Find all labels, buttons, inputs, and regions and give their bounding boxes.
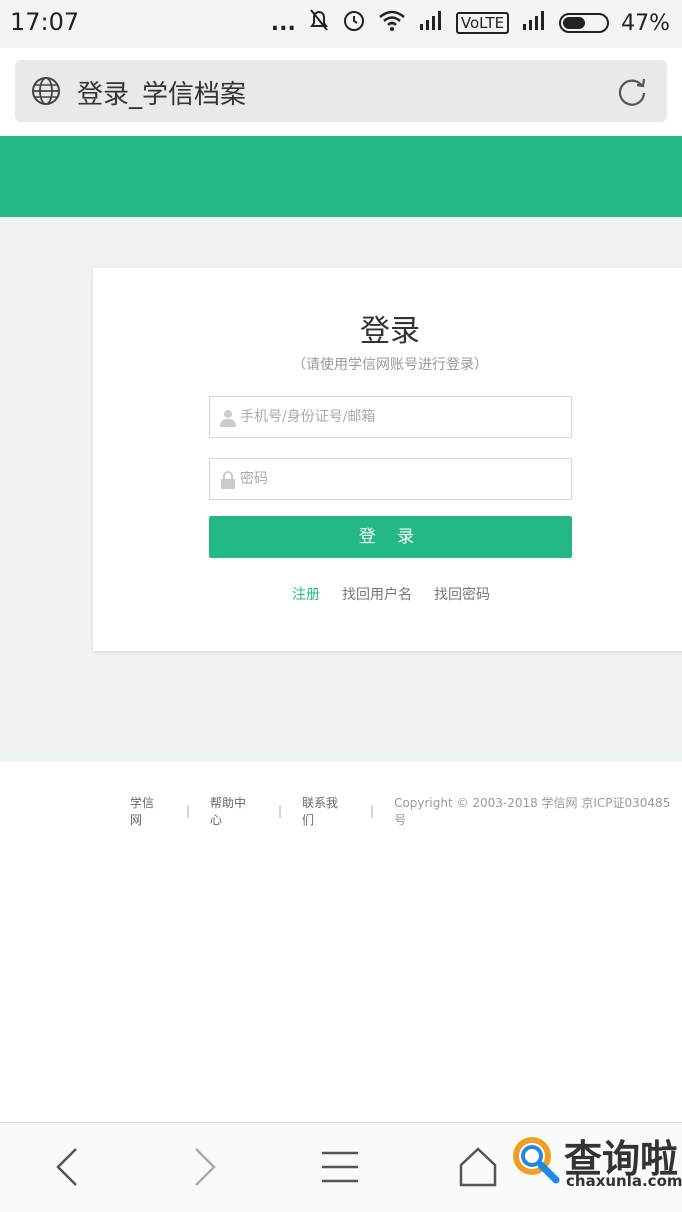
site-footer: 学信网 | 帮助中心 | 联系我们 | Copyright © 2003-201…: [130, 794, 682, 828]
login-card: 登录 （请使用学信网账号进行登录） 登 录 注册 找回用户名 找回密码: [93, 268, 682, 651]
wifi-icon: [378, 9, 406, 37]
login-links: 注册 找回用户名 找回密码: [292, 584, 490, 604]
menu-icon[interactable]: [320, 1145, 360, 1193]
reload-icon[interactable]: [615, 74, 649, 112]
footer-copyright: Copyright © 2003-2018 学信网 京ICP证030485号: [394, 796, 671, 827]
password-input[interactable]: [240, 459, 560, 499]
signal-icon-2: [521, 10, 547, 36]
username-field[interactable]: [209, 396, 572, 438]
volte-badge: VoLTE: [455, 12, 510, 34]
home-icon[interactable]: [458, 1145, 498, 1193]
back-icon[interactable]: [50, 1145, 84, 1193]
login-button[interactable]: 登 录: [209, 516, 572, 558]
battery-percent: 47%: [621, 10, 670, 36]
battery-fill: [563, 17, 585, 29]
footer-separator: |: [370, 804, 375, 818]
page-title: 登录_学信档案: [77, 80, 247, 110]
find-password-link[interactable]: 找回密码: [434, 584, 490, 604]
alarm-icon: [342, 8, 366, 38]
bell-muted-icon: [308, 8, 330, 38]
username-input[interactable]: [240, 397, 560, 437]
more-dots-icon: ...: [270, 10, 296, 36]
status-bar: 17:07 ... VoLTE 47%: [0, 0, 682, 48]
footer-separator: |: [185, 804, 191, 818]
footer-link-contact[interactable]: 联系我们: [302, 794, 350, 828]
address-bar[interactable]: 登录_学信档案: [15, 60, 667, 122]
watermark-logo: 查询啦 chaxunla.com: [508, 1128, 682, 1190]
lock-icon: [220, 471, 236, 493]
password-field[interactable]: [209, 458, 572, 500]
status-time: 17:07: [10, 8, 80, 36]
globe-icon: [31, 76, 61, 110]
footer-link-help[interactable]: 帮助中心: [210, 794, 258, 828]
login-title: 登录: [360, 314, 420, 349]
battery-icon: [559, 13, 610, 33]
magnifier-logo-icon: [508, 1132, 562, 1190]
register-link[interactable]: 注册: [292, 584, 320, 604]
site-header: [0, 136, 682, 217]
forward-icon[interactable]: [188, 1145, 222, 1193]
user-icon: [220, 409, 236, 431]
find-username-link[interactable]: 找回用户名: [342, 584, 412, 604]
watermark-domain: chaxunla.com: [566, 1172, 682, 1190]
footer-link-chsi[interactable]: 学信网: [130, 794, 166, 828]
status-icons: ... VoLTE 47%: [271, 8, 670, 38]
footer-separator: |: [278, 804, 283, 818]
signal-icon: [418, 10, 444, 36]
login-subtitle: （请使用学信网账号进行登录）: [292, 357, 488, 373]
